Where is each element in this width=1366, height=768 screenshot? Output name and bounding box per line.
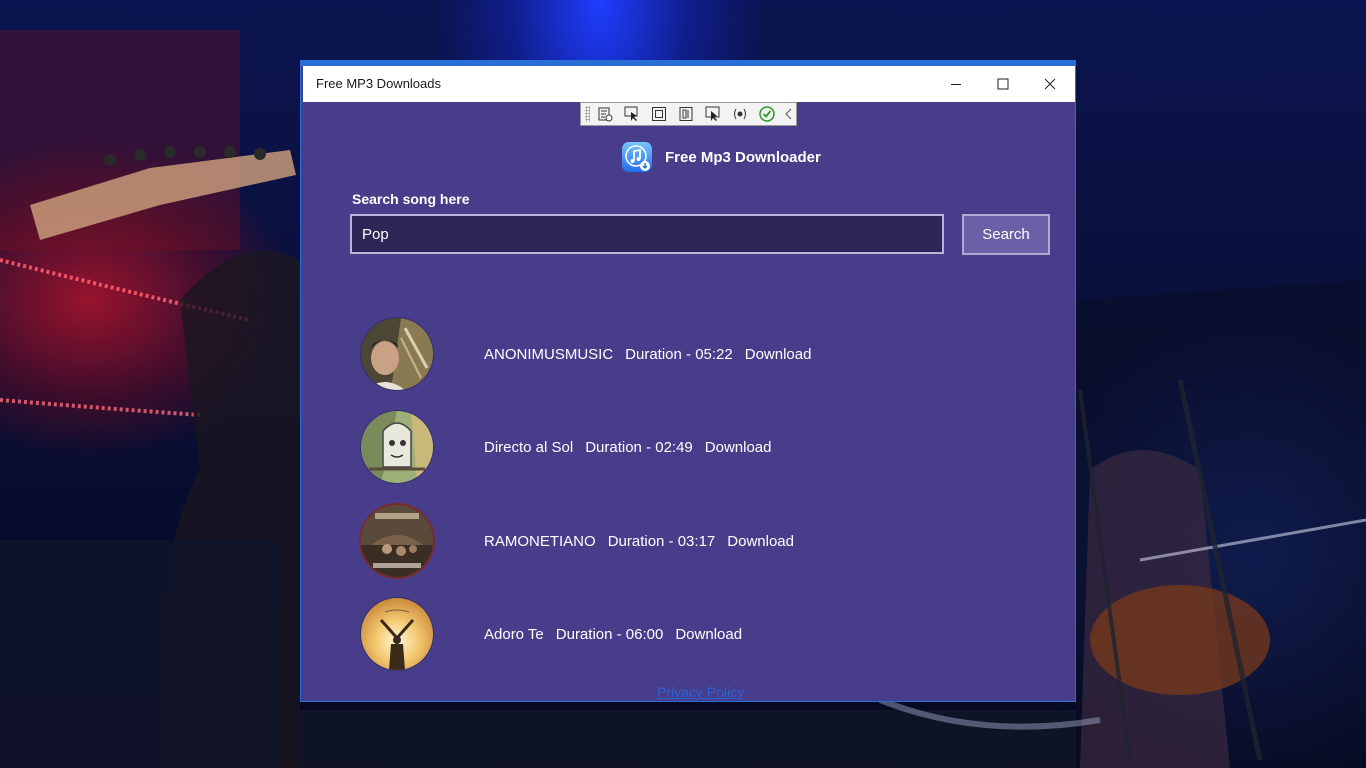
download-link[interactable]: Download: [705, 439, 772, 456]
checkmark-icon: [759, 106, 775, 122]
layout-adorner-icon: [652, 107, 666, 121]
album-art: [361, 505, 433, 577]
track-focus-icon: [679, 107, 693, 121]
track-name: Adoro Te: [484, 625, 544, 643]
toolbar-grip[interactable]: [585, 106, 590, 122]
track-info: RAMONETIANO Duration - 03:17 Download: [484, 533, 794, 550]
search-input[interactable]: [350, 214, 944, 254]
select-element-button[interactable]: [621, 104, 643, 124]
track-duration: Duration - 06:00: [555, 625, 664, 643]
track-info: Directo al Sol Duration - 02:49 Download: [484, 439, 772, 456]
display-layout-button[interactable]: [702, 104, 724, 124]
track-row: Directo al Sol Duration - 02:49 Download: [361, 410, 1021, 484]
music-download-icon: [622, 142, 652, 172]
track-info: Adoro Te Duration - 06:00 Download: [484, 626, 742, 643]
layout-adorner-button[interactable]: [648, 104, 670, 124]
track-name: ANONIMUSMUSIC: [484, 345, 614, 363]
track-row: RAMONETIANO Duration - 03:17 Download: [361, 504, 1021, 578]
track-name: RAMONETIANO: [484, 532, 596, 550]
download-link[interactable]: Download: [745, 346, 812, 363]
window-title: Free MP3 Downloads: [316, 76, 441, 91]
track-row: Adoro Te Duration - 06:00 Download: [361, 597, 1021, 671]
download-link[interactable]: Download: [727, 533, 794, 550]
minimize-icon: [951, 84, 961, 85]
track-duration: Duration - 05:22: [625, 345, 733, 363]
track-focus-button[interactable]: [675, 104, 697, 124]
search-label: Search song here: [352, 191, 470, 207]
minimize-button[interactable]: [933, 66, 979, 102]
title-bar[interactable]: Free MP3 Downloads: [303, 66, 1075, 102]
search-button[interactable]: Search: [962, 214, 1050, 255]
display-layout-icon: [705, 106, 720, 121]
app-title: Free Mp3 Downloader: [665, 148, 821, 166]
binding-failures-icon: [734, 108, 746, 120]
maximize-button[interactable]: [980, 66, 1026, 102]
collapse-chevron-icon: [785, 108, 792, 120]
confirm-button[interactable]: [756, 104, 778, 124]
binding-failures-button[interactable]: [729, 104, 751, 124]
track-info: ANONIMUSMUSIC Duration - 05:22 Download: [484, 346, 811, 363]
app-header: Free Mp3 Downloader: [621, 141, 821, 173]
track-duration: Duration - 03:17: [607, 532, 716, 550]
select-element-icon: [624, 106, 638, 121]
live-tree-button[interactable]: [594, 104, 616, 124]
collapse-toolbar-button[interactable]: [783, 104, 795, 124]
close-icon: [1044, 78, 1056, 90]
track-row: ANONIMUSMUSIC Duration - 05:22 Download: [361, 317, 1021, 391]
album-art: [361, 411, 433, 483]
live-tree-icon: [598, 107, 613, 122]
close-button[interactable]: [1027, 66, 1073, 102]
track-duration: Duration - 02:49: [585, 438, 693, 456]
app-window: Free MP3 Downloads Free Mp3 Downloader S…: [300, 60, 1076, 702]
track-name: Directo al Sol: [484, 438, 574, 456]
album-art: [361, 598, 433, 670]
download-link[interactable]: Download: [675, 626, 742, 643]
privacy-policy-link[interactable]: Privacy Policy: [657, 684, 744, 700]
debug-toolbar: [580, 102, 797, 126]
maximize-icon: [997, 78, 1009, 90]
album-art: [361, 318, 433, 390]
